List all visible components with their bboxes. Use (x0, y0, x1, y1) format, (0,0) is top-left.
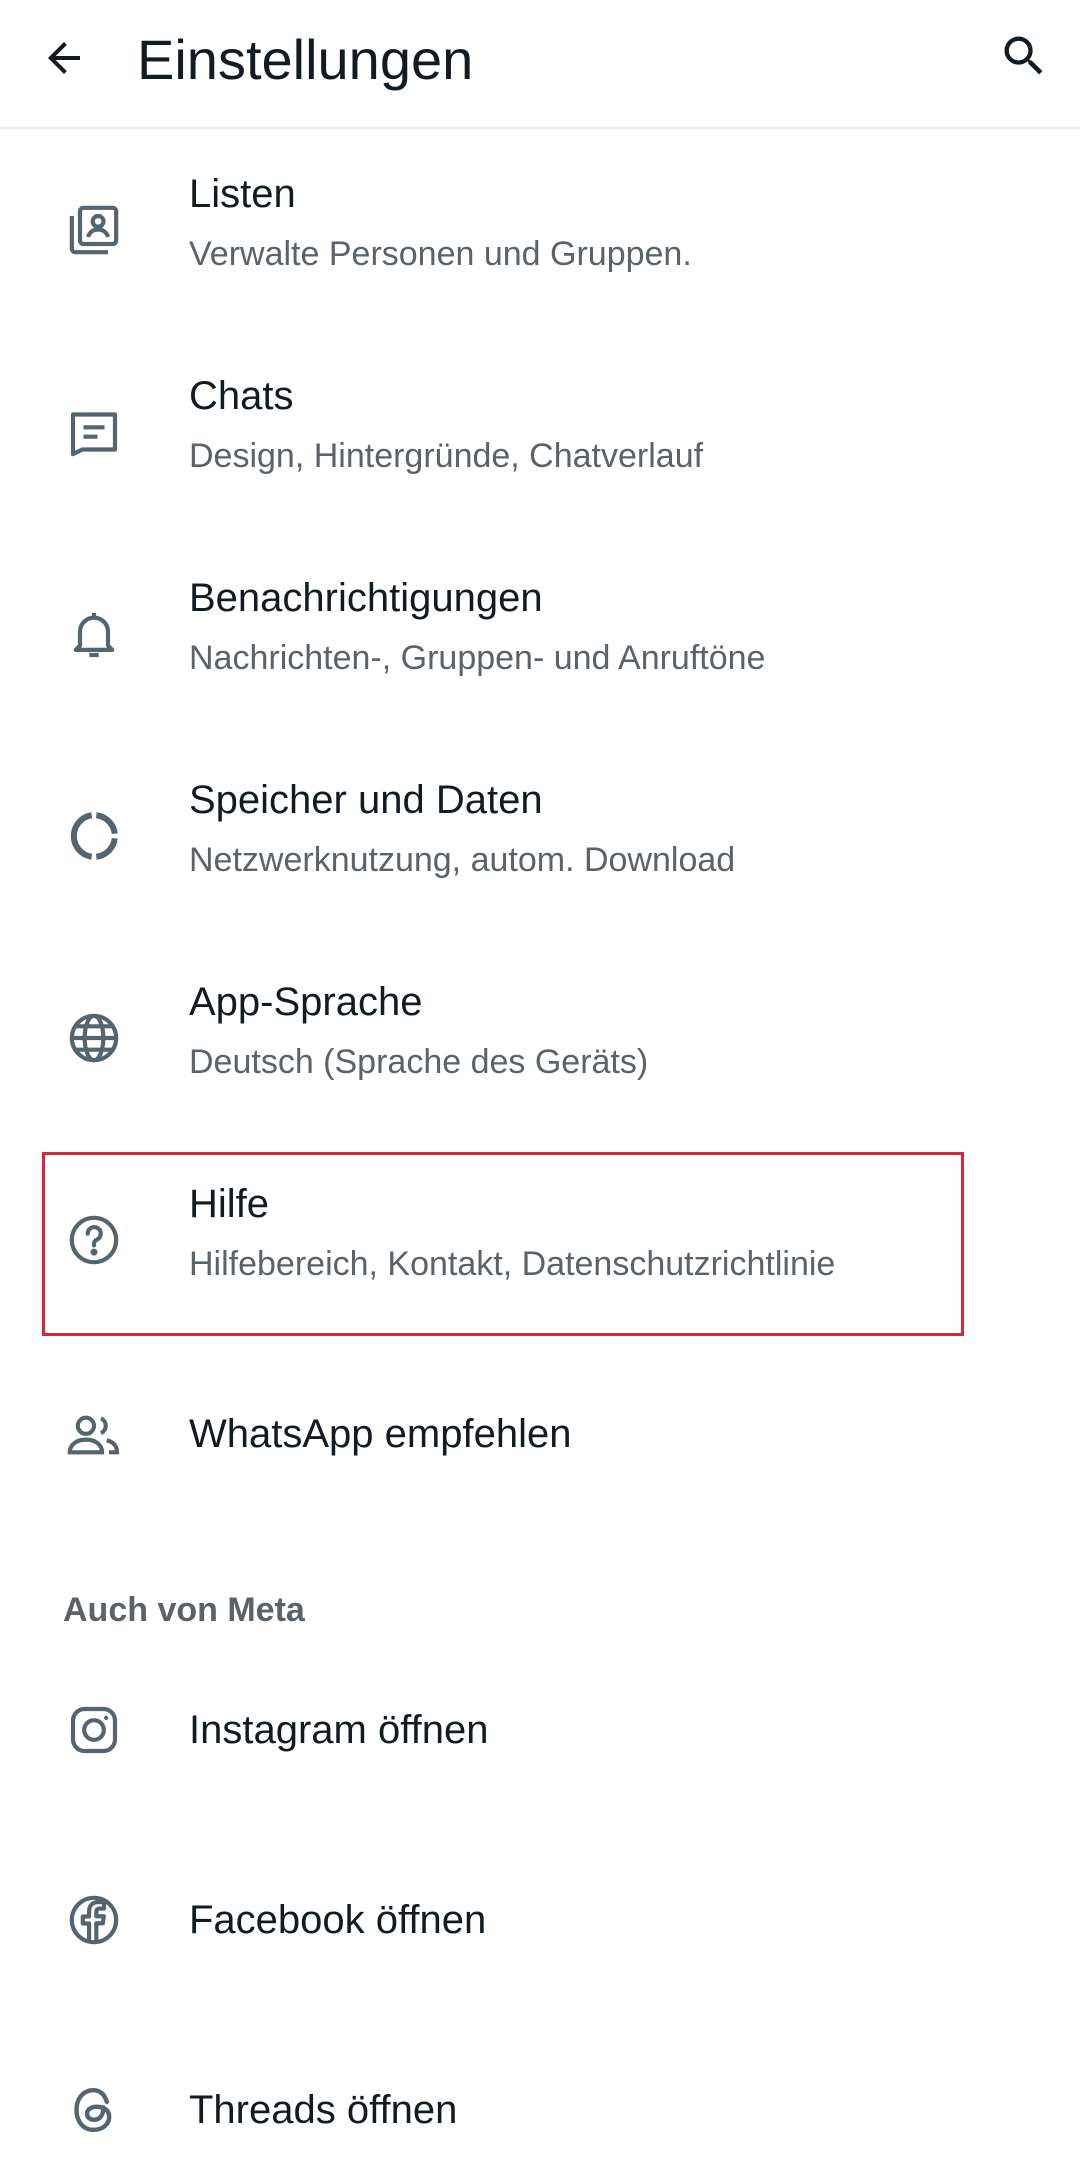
meta-item-label: Facebook öffnen (189, 1898, 487, 1942)
facebook-icon (64, 1890, 124, 1950)
meta-item-facebook[interactable]: Facebook öffnen (0, 1890, 1080, 1960)
storage-icon (64, 806, 124, 866)
settings-item-subtitle: Design, Hintergründe, Chatverlauf (189, 437, 704, 475)
settings-item-label: Benachrichtigungen (189, 576, 543, 620)
settings-item-subtitle: Hilfebereich, Kontakt, Datenschutzrichtl… (189, 1245, 836, 1283)
meta-item-label: Instagram öffnen (189, 1708, 489, 1752)
meta-item-label: Threads öffnen (189, 2088, 458, 2132)
instagram-icon (64, 1700, 124, 1760)
threads-icon (64, 2080, 124, 2140)
arrow-left-icon (40, 34, 88, 82)
settings-item-label: WhatsApp empfehlen (189, 1412, 572, 1456)
back-button[interactable] (28, 22, 100, 94)
top-app-bar: Einstellungen (0, 0, 1080, 129)
settings-item-label: Chats (189, 374, 294, 418)
help-icon (64, 1210, 124, 1270)
page-title: Einstellungen (137, 28, 474, 91)
settings-item-app-language[interactable]: App-Sprache Deutsch (Sprache des Geräts) (0, 978, 1080, 1148)
settings-item-chats[interactable]: Chats Design, Hintergründe, Chatverlauf (0, 372, 1080, 542)
settings-item-subtitle: Deutsch (Sprache des Geräts) (189, 1043, 649, 1081)
settings-item-recommend-whatsapp[interactable]: WhatsApp empfehlen (0, 1400, 1080, 1470)
people-icon (64, 1405, 124, 1465)
search-icon (998, 30, 1050, 82)
globe-icon (64, 1008, 124, 1068)
settings-item-help[interactable]: Hilfe Hilfebereich, Kontakt, Datenschutz… (0, 1180, 1080, 1336)
settings-item-subtitle: Nachrichten-, Gruppen- und Anruftöne (189, 639, 766, 677)
search-button[interactable] (988, 20, 1060, 92)
settings-screen: Einstellungen Listen Verwalte Personen u… (0, 0, 1080, 2165)
settings-item-label: Listen (189, 172, 296, 216)
settings-item-label: App-Sprache (189, 980, 423, 1024)
meta-item-instagram[interactable]: Instagram öffnen (0, 1700, 1080, 1770)
settings-item-notifications[interactable]: Benachrichtigungen Nachrichten-, Gruppen… (0, 574, 1080, 744)
settings-item-label: Speicher und Daten (189, 778, 543, 822)
meta-item-threads[interactable]: Threads öffnen (0, 2080, 1080, 2150)
settings-item-storage[interactable]: Speicher und Daten Netzwerknutzung, auto… (0, 776, 1080, 946)
chat-icon (64, 402, 124, 462)
settings-item-subtitle: Netzwerknutzung, autom. Download (189, 841, 736, 879)
settings-item-subtitle: Verwalte Personen und Gruppen. (189, 235, 692, 273)
settings-item-lists[interactable]: Listen Verwalte Personen und Gruppen. (0, 170, 1080, 340)
lists-icon (64, 200, 124, 260)
settings-item-label: Hilfe (189, 1182, 270, 1226)
bell-icon (64, 604, 124, 664)
section-header-meta: Auch von Meta (63, 1591, 305, 1629)
